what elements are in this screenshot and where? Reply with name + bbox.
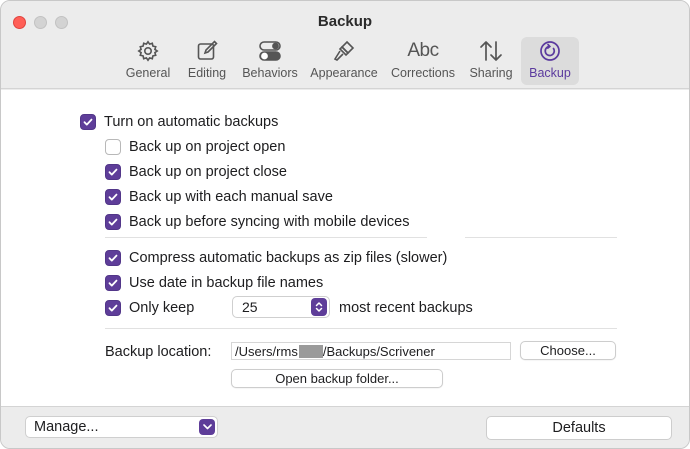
date-names-checkbox[interactable] <box>105 275 121 291</box>
backup-on-open-option[interactable]: Back up on project open <box>105 139 285 155</box>
backup-count-stepper[interactable]: 25 <box>232 296 330 318</box>
backup-location-label: Backup location: <box>105 344 212 360</box>
tab-general-label: General <box>125 66 171 80</box>
backup-on-open-label: Back up on project open <box>129 139 286 155</box>
window-title: Backup <box>317 13 373 30</box>
tab-sharing[interactable]: Sharing <box>465 37 517 85</box>
path-suffix: /Backups/Scrivener <box>322 343 435 359</box>
only-keep-checkbox[interactable] <box>105 300 121 316</box>
backup-before-sync-label: Back up before syncing with mobile devic… <box>129 214 410 230</box>
only-keep-suffix: most recent backups <box>339 300 473 316</box>
tab-editing[interactable]: Editing <box>183 37 231 85</box>
redacted-username <box>298 344 323 358</box>
pencil-square-icon <box>183 37 231 65</box>
up-down-arrows-icon <box>465 37 517 65</box>
tab-appearance[interactable]: Appearance <box>307 37 381 85</box>
separator <box>105 328 617 329</box>
choose-button[interactable]: Choose... <box>520 341 616 360</box>
tab-corrections-label: Corrections <box>391 66 455 80</box>
separator <box>465 237 617 238</box>
preferences-toolbar: General Editing Behaviors Appearance Abc… <box>1 37 689 87</box>
preferences-window: Backup General Editing Behaviors Appeara… <box>0 0 690 449</box>
backup-on-close-checkbox[interactable] <box>105 164 121 180</box>
tab-backup-label: Backup <box>529 66 571 80</box>
backup-before-sync-checkbox[interactable] <box>105 214 121 230</box>
backup-settings-pane: Turn on automatic backups Back up on pro… <box>1 90 689 406</box>
compress-label: Compress automatic backups as zip files … <box>129 250 448 266</box>
backup-before-sync-option[interactable]: Back up before syncing with mobile devic… <box>105 214 409 230</box>
backup-count-value: 25 <box>242 299 258 315</box>
stepper-arrows-icon[interactable] <box>311 298 327 316</box>
tab-behaviors-label: Behaviors <box>242 66 298 80</box>
only-keep-option[interactable]: Only keep <box>105 300 194 316</box>
backup-manual-save-label: Back up with each manual save <box>129 189 333 205</box>
chevron-down-icon <box>199 419 215 435</box>
tab-backup[interactable]: Backup <box>521 37 579 85</box>
gear-icon <box>122 37 174 65</box>
backup-location-field: /Users/rms/Backups/Scrivener <box>231 342 511 360</box>
backup-arrow-icon <box>521 37 579 65</box>
auto-backups-option[interactable]: Turn on automatic backups <box>80 114 278 130</box>
backup-manual-save-checkbox[interactable] <box>105 189 121 205</box>
compress-option[interactable]: Compress automatic backups as zip files … <box>105 250 447 266</box>
backup-manual-save-option[interactable]: Back up with each manual save <box>105 189 333 205</box>
abc-text-icon: Abc <box>407 40 439 61</box>
paintbrush-icon <box>307 37 381 65</box>
toggles-icon <box>239 37 301 65</box>
date-names-label: Use date in backup file names <box>129 275 324 291</box>
backup-on-open-checkbox[interactable] <box>105 139 121 155</box>
tab-editing-label: Editing <box>187 66 227 80</box>
manage-popup[interactable]: Manage... <box>25 416 218 438</box>
date-names-option[interactable]: Use date in backup file names <box>105 275 323 291</box>
separator <box>105 237 427 238</box>
only-keep-label: Only keep <box>129 300 195 316</box>
tab-sharing-label: Sharing <box>469 66 513 80</box>
tab-general[interactable]: General <box>122 37 174 85</box>
backup-on-close-option[interactable]: Back up on project close <box>105 164 287 180</box>
backup-on-close-label: Back up on project close <box>129 164 287 180</box>
auto-backups-label: Turn on automatic backups <box>104 114 279 130</box>
manage-label: Manage... <box>34 419 99 435</box>
open-backup-folder-button[interactable]: Open backup folder... <box>231 369 443 388</box>
path-prefix: /Users/rms <box>235 343 298 359</box>
compress-checkbox[interactable] <box>105 250 121 266</box>
title-bar: Backup General Editing Behaviors Appeara… <box>1 1 689 89</box>
defaults-button[interactable]: Defaults <box>486 416 672 440</box>
tab-behaviors[interactable]: Behaviors <box>239 37 301 85</box>
tab-corrections[interactable]: Abc Corrections <box>387 37 459 85</box>
tab-appearance-label: Appearance <box>310 66 378 80</box>
footer-bar: Manage... Defaults <box>1 406 689 448</box>
auto-backups-checkbox[interactable] <box>80 114 96 130</box>
